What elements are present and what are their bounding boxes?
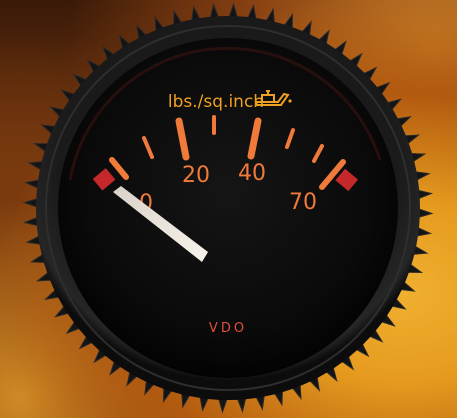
scale-label-20: 20 (182, 163, 210, 188)
gauge-photo: lbs./sq.inch 0 20 40 70 VDO (0, 0, 457, 418)
gauge-scene: lbs./sq.inch 0 20 40 70 VDO (22, 2, 434, 414)
scale-label-70: 70 (289, 190, 317, 215)
unit-label: lbs./sq.inch (168, 92, 264, 112)
scale-label-40: 40 (238, 161, 266, 186)
brand-logo: VDO (209, 321, 247, 336)
